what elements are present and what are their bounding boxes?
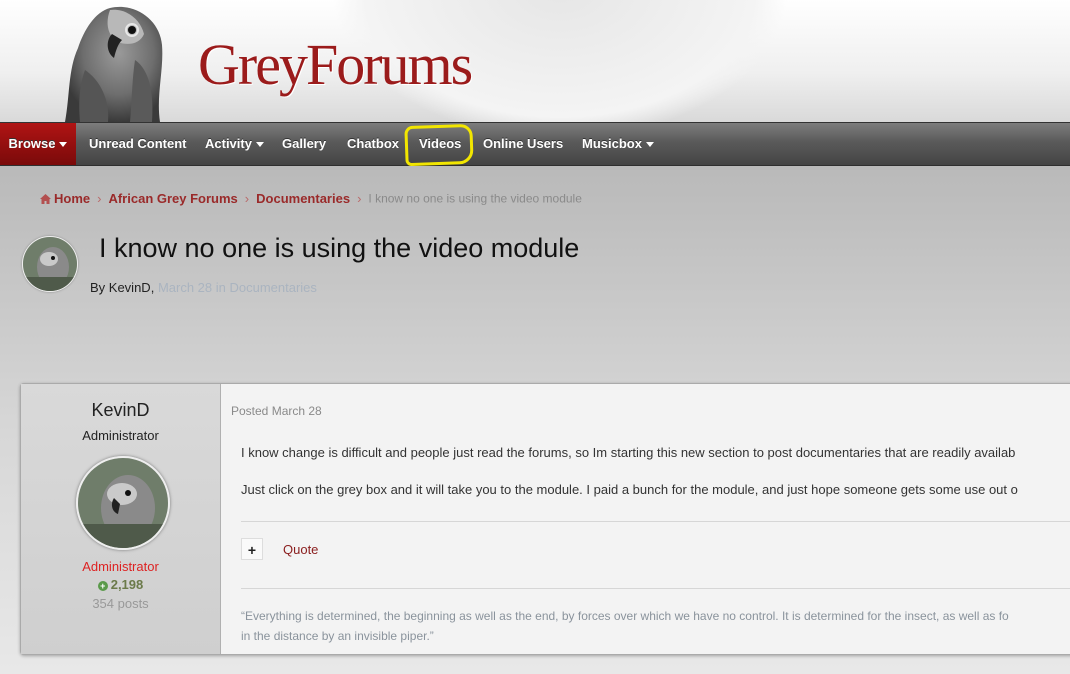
nav-unread-content-label: Unread Content bbox=[89, 136, 187, 151]
nav-chatbox-label: Chatbox bbox=[347, 136, 399, 151]
breadcrumb-african-grey-forums[interactable]: African Grey Forums bbox=[108, 191, 237, 206]
nav-gallery[interactable]: Gallery bbox=[282, 123, 326, 165]
plus-circle-icon: + bbox=[97, 580, 108, 591]
post-date[interactable]: Posted March 28 bbox=[231, 404, 322, 418]
breadcrumb-home[interactable]: Home bbox=[54, 191, 90, 206]
author-post-count: 354 posts bbox=[92, 596, 149, 611]
topic-author-avatar[interactable] bbox=[22, 236, 78, 292]
post-content: I know change is difficult and people ju… bbox=[241, 444, 1070, 518]
site-logo-text[interactable]: GreyForums bbox=[198, 30, 473, 100]
author-group: Administrator bbox=[82, 559, 159, 574]
nav-videos-label: Videos bbox=[419, 136, 462, 151]
nav-videos[interactable]: Videos bbox=[419, 123, 461, 165]
topic-author-link[interactable]: By KevinD, bbox=[90, 280, 154, 295]
home-icon bbox=[40, 193, 51, 204]
author-reputation-value: 2,198 bbox=[110, 577, 144, 592]
nav-unread-content[interactable]: Unread Content bbox=[89, 123, 187, 165]
avatar-parrot-icon bbox=[23, 237, 77, 291]
nav-gallery-label: Gallery bbox=[282, 136, 327, 151]
nav-browse[interactable]: Browse bbox=[0, 123, 76, 165]
post-signature: “Everything is determined, the beginning… bbox=[241, 606, 1070, 646]
divider bbox=[241, 588, 1070, 589]
nav-online-users-label: Online Users bbox=[483, 136, 564, 151]
caret-down-icon bbox=[59, 142, 68, 148]
chevron-right-icon: › bbox=[97, 191, 102, 207]
author-avatar[interactable] bbox=[76, 456, 170, 550]
breadcrumb: Home › African Grey Forums › Documentaries › I… bbox=[40, 190, 582, 206]
forum-post: KevinD Administrator Administrator +2,19… bbox=[20, 383, 1070, 655]
parrot-logo-icon[interactable] bbox=[40, 0, 190, 122]
post-paragraph: I know change is difficult and people ju… bbox=[241, 445, 1016, 460]
avatar-parrot-icon bbox=[78, 458, 168, 548]
main-navigation: Browse Unread Content Activity Gallery C… bbox=[0, 122, 1070, 166]
caret-down-icon bbox=[645, 142, 654, 148]
author-title: Administrator bbox=[82, 428, 159, 443]
nav-online-users[interactable]: Online Users bbox=[483, 123, 563, 165]
signature-line: in the distance by an invisible piper.” bbox=[241, 629, 434, 643]
topic-byline: By KevinD, March 28 in Documentaries bbox=[90, 280, 317, 295]
topic-meta: March 28 in Documentaries bbox=[157, 280, 317, 295]
nav-chatbox[interactable]: Chatbox bbox=[347, 123, 399, 165]
nav-musicbox-label: Musicbox bbox=[582, 136, 642, 151]
author-reputation: +2,198 bbox=[21, 577, 220, 592]
multiquote-button[interactable]: + bbox=[241, 538, 263, 560]
nav-activity[interactable]: Activity bbox=[205, 123, 264, 165]
breadcrumb-documentaries[interactable]: Documentaries bbox=[256, 191, 350, 206]
nav-musicbox[interactable]: Musicbox bbox=[582, 123, 654, 165]
caret-down-icon bbox=[255, 142, 264, 148]
nav-browse-label: Browse bbox=[8, 136, 56, 151]
signature-line: “Everything is determined, the beginning… bbox=[241, 609, 1009, 623]
chevron-right-icon: › bbox=[244, 191, 250, 207]
post-author-panel: KevinD Administrator Administrator +2,19… bbox=[21, 384, 221, 654]
page-title: I know no one is using the video module bbox=[99, 233, 580, 263]
site-header: GreyForums bbox=[0, 0, 1070, 122]
chevron-right-icon: › bbox=[357, 191, 362, 207]
nav-activity-label: Activity bbox=[205, 136, 252, 151]
divider bbox=[241, 521, 1070, 522]
author-name[interactable]: KevinD bbox=[21, 400, 220, 421]
post-paragraph: Just click on the grey box and it will t… bbox=[241, 482, 1018, 497]
breadcrumb-current: I know no one is using the video module bbox=[368, 191, 582, 206]
quote-button[interactable]: Quote bbox=[283, 542, 318, 557]
